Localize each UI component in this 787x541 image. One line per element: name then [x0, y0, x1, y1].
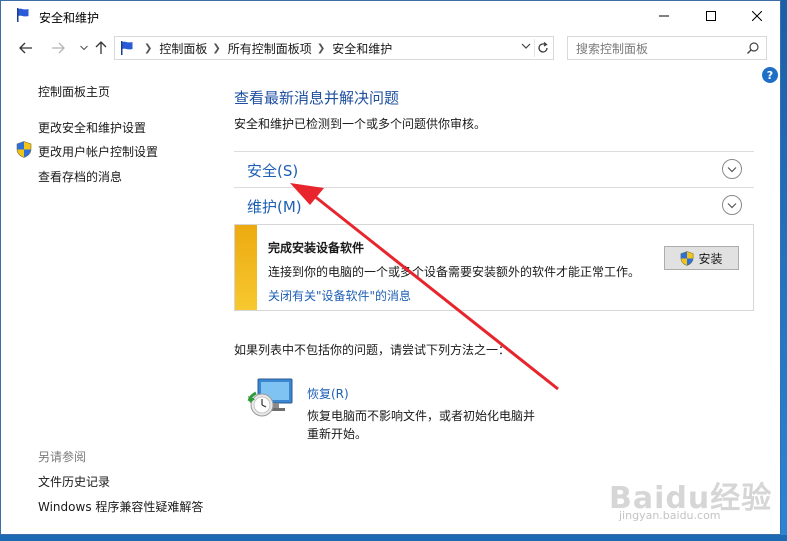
uac-shield-icon: [681, 250, 694, 266]
change-security-settings-link[interactable]: 更改安全和维护设置: [38, 119, 146, 136]
up-button[interactable]: [92, 39, 110, 57]
chevron-down-icon: [80, 45, 88, 51]
watermark-url: jingyan.baidu.com: [619, 509, 721, 522]
help-button[interactable]: ?: [762, 67, 778, 83]
dismiss-device-software-link[interactable]: 关闭有关"设备软件"的消息: [268, 287, 411, 304]
desktop-background: [781, 0, 787, 541]
alert-severity-bar: [235, 225, 257, 310]
control-panel-window: 安全和维护 ❯ 控制面板 ❯ 所有控制面板项 ❯ 安全和维护 搜索控制面板 ? …: [0, 0, 781, 535]
view-archived-messages-link[interactable]: 查看存档的消息: [38, 168, 122, 185]
close-button[interactable]: [734, 1, 780, 31]
compatibility-troubleshooter-link[interactable]: Windows 程序兼容性疑难解答: [38, 498, 203, 515]
recovery-icon: [246, 375, 296, 424]
install-button[interactable]: 安装: [664, 246, 739, 270]
desktop-background: [0, 535, 787, 541]
flag-icon: [119, 40, 135, 59]
device-software-alert: 完成安装设备软件 连接到你的电脑的一个或多个设备需要安装额外的软件才能正常工作。…: [234, 224, 754, 311]
chevron-down-icon: [521, 43, 531, 49]
alert-description: 连接到你的电脑的一个或多个设备需要安装额外的软件才能正常工作。: [268, 265, 641, 279]
maximize-button[interactable]: [688, 1, 734, 31]
uac-shield-icon: [16, 141, 32, 161]
address-bar[interactable]: ❯ 控制面板 ❯ 所有控制面板项 ❯ 安全和维护: [114, 36, 554, 60]
search-icon[interactable]: [746, 41, 760, 58]
breadcrumb-separator-icon: ❯: [212, 42, 221, 54]
recent-locations-button[interactable]: [75, 39, 93, 57]
left-pane: 控制面板主页 更改安全和维护设置 更改用户帐户控制设置 查看存档的消息 另请参阅…: [1, 63, 221, 534]
minimize-button[interactable]: [641, 1, 687, 31]
file-history-link[interactable]: 文件历史记录: [38, 473, 110, 490]
breadcrumb-separator-icon: ❯: [144, 42, 153, 54]
flag-icon: [15, 7, 31, 26]
troubleshoot-hint: 如果列表中不包括你的问题，请尝试下列方法之一：: [234, 343, 511, 357]
expand-maintenance-button[interactable]: [722, 195, 742, 215]
breadcrumb-all-items[interactable]: 所有控制面板项: [228, 40, 312, 57]
arrow-right-icon: [52, 42, 65, 54]
refresh-button[interactable]: [534, 39, 550, 57]
chevron-down-icon: [727, 166, 737, 172]
security-section-title: 安全(S): [247, 162, 299, 180]
window-title: 安全和维护: [39, 11, 100, 25]
breadcrumb-security-maintenance[interactable]: 安全和维护: [332, 40, 392, 57]
search-input[interactable]: 搜索控制面板: [567, 36, 767, 60]
security-section-header[interactable]: 安全(S): [234, 151, 754, 187]
breadcrumb-separator-icon: ❯: [316, 42, 326, 54]
back-button[interactable]: [17, 39, 35, 57]
maintenance-section-title: 维护(M): [247, 198, 302, 216]
expand-security-button[interactable]: [722, 159, 742, 179]
page-title: 查看最新消息并解决问题: [234, 89, 400, 107]
navigation-bar: ❯ 控制面板 ❯ 所有控制面板项 ❯ 安全和维护 搜索控制面板: [1, 33, 780, 63]
see-also-label: 另请参阅: [38, 450, 87, 464]
alert-title: 完成安装设备软件: [268, 241, 365, 255]
arrow-left-icon: [19, 42, 32, 54]
chevron-down-icon: [727, 202, 737, 208]
breadcrumb-control-panel[interactable]: 控制面板: [159, 40, 207, 57]
recovery-link[interactable]: 恢复(R): [307, 385, 349, 402]
title-bar: 安全和维护: [1, 1, 780, 31]
forward-button[interactable]: [49, 39, 67, 57]
baidu-watermark: Baidu经验 jingyan.baidu.com: [599, 469, 779, 529]
maintenance-section-header[interactable]: 维护(M): [234, 187, 754, 223]
search-placeholder: 搜索控制面板: [576, 41, 649, 56]
recovery-description: 恢复电脑而不影响文件，或者初始化电脑并重新开始。: [307, 409, 536, 441]
install-button-label: 安装: [698, 251, 723, 266]
refresh-icon: [537, 42, 548, 53]
question-mark-icon: ?: [766, 68, 774, 82]
change-uac-settings-link[interactable]: 更改用户帐户控制设置: [38, 143, 158, 160]
address-dropdown-button[interactable]: [521, 42, 531, 53]
arrow-up-icon: [95, 41, 107, 54]
main-content: 查看最新消息并解决问题 安全和维护已检测到一个或多个问题供你审核。 安全(S) …: [234, 63, 754, 533]
page-subtitle: 安全和维护已检测到一个或多个问题供你审核。: [234, 117, 487, 131]
control-panel-home-link[interactable]: 控制面板主页: [38, 83, 110, 100]
